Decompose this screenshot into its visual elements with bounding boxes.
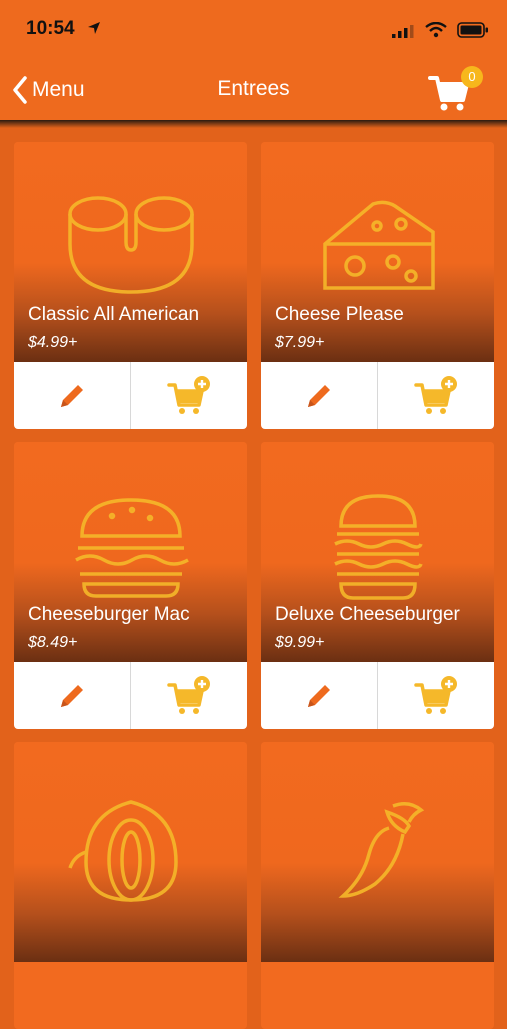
card-actions	[14, 362, 247, 429]
item-price: $8.49+	[28, 634, 78, 651]
item-price: $7.99+	[275, 334, 325, 351]
cart-button[interactable]: 0	[427, 66, 483, 111]
add-to-cart-button[interactable]	[130, 362, 247, 429]
card-actions	[14, 662, 247, 729]
cart-count-badge: 0	[461, 66, 483, 88]
macaroni-icon	[67, 196, 194, 294]
status-bar: 10:54	[0, 0, 507, 60]
navigation-bar: Menu Entrees 0	[0, 60, 507, 120]
nav-shadow	[0, 120, 507, 128]
add-to-cart-button[interactable]	[377, 662, 494, 729]
add-to-cart-button[interactable]	[130, 662, 247, 729]
status-icons	[392, 21, 489, 43]
battery-icon	[457, 22, 488, 38]
card-actions	[261, 362, 494, 429]
pencil-icon	[61, 684, 83, 707]
onion-icon	[67, 800, 178, 902]
item-name: Classic All American	[28, 304, 200, 325]
product-card[interactable]	[14, 742, 247, 1029]
status-time: 10:54	[26, 18, 75, 39]
customize-button[interactable]	[14, 662, 130, 729]
add-cart-icon	[414, 375, 457, 414]
signal-icon	[392, 25, 414, 38]
add-cart-icon	[167, 375, 210, 414]
cheese-icon	[322, 200, 435, 290]
wifi-icon	[424, 21, 447, 38]
item-price: $4.99+	[28, 334, 78, 351]
pencil-icon	[61, 384, 83, 407]
pencil-icon	[308, 684, 330, 707]
item-name: Deluxe Cheeseburger	[275, 604, 460, 625]
customize-button[interactable]	[14, 362, 130, 429]
add-cart-icon	[167, 675, 210, 714]
double-burger-icon	[333, 494, 423, 600]
product-card[interactable]: Cheeseburger Mac $8.49+	[14, 442, 247, 729]
product-card[interactable]: Deluxe Cheeseburger $9.99+	[261, 442, 494, 729]
card-actions	[261, 662, 494, 729]
location-arrow-icon	[88, 22, 100, 34]
add-cart-icon	[414, 675, 457, 714]
customize-button[interactable]	[261, 362, 377, 429]
pencil-icon	[308, 384, 330, 407]
customize-button[interactable]	[261, 662, 377, 729]
product-card[interactable]	[261, 742, 494, 1029]
product-card[interactable]: Cheese Please $7.99+	[261, 142, 494, 429]
product-card[interactable]: Classic All American $4.99+	[14, 142, 247, 429]
item-name: Cheeseburger Mac	[28, 604, 190, 625]
item-price: $9.99+	[275, 634, 325, 651]
burger-icon	[74, 498, 189, 598]
item-name: Cheese Please	[275, 304, 404, 325]
pepper-icon	[337, 802, 424, 898]
add-to-cart-button[interactable]	[377, 362, 494, 429]
